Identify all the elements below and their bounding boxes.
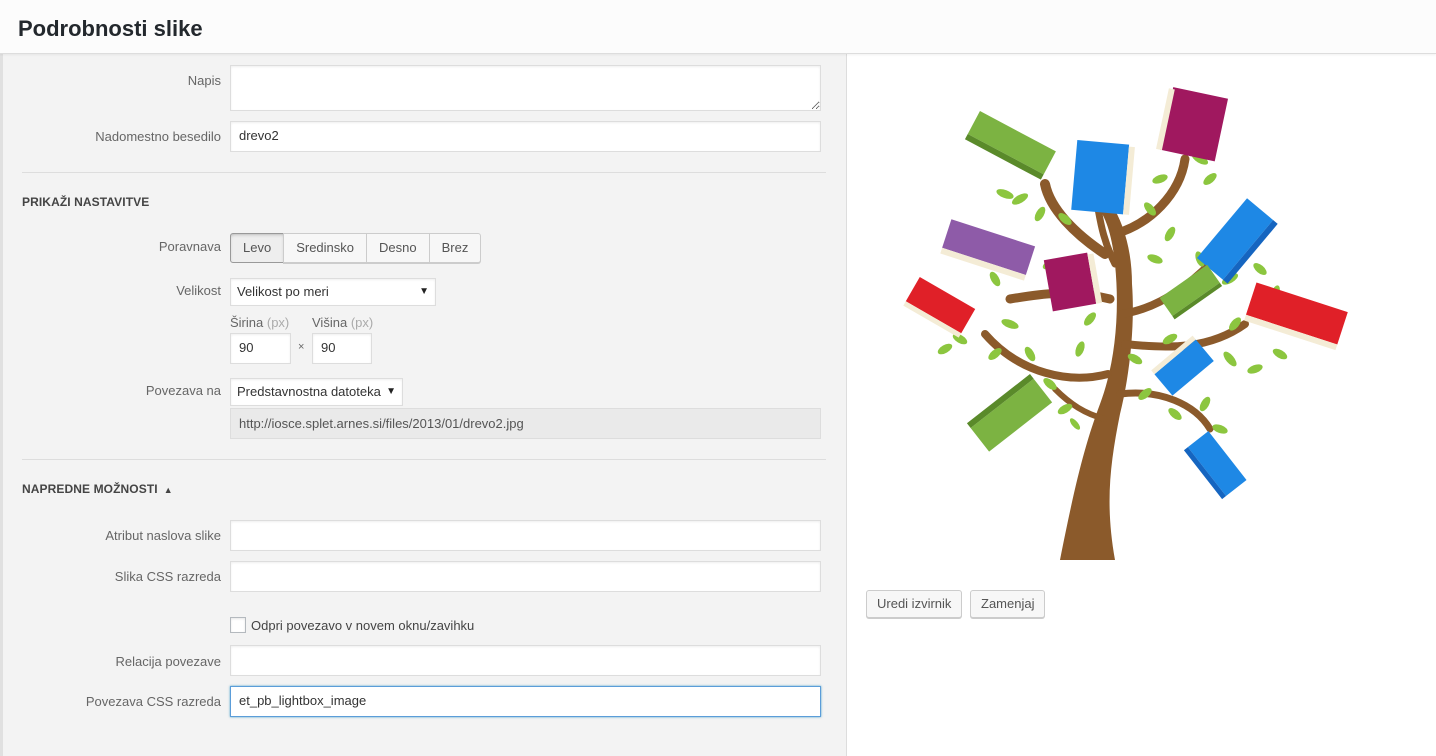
dropdown-arrow-icon: ▼ <box>386 386 396 397</box>
tree-branch <box>1116 389 1214 433</box>
book-purple-left <box>940 219 1036 281</box>
link-to-label: Povezava na <box>145 383 221 398</box>
width-unit: (px) <box>266 315 290 330</box>
book-green-bottom <box>966 374 1053 452</box>
section-divider <box>22 172 826 173</box>
tree-branch <box>1052 386 1108 422</box>
book-blue-top <box>1071 140 1135 215</box>
replace-button[interactable]: Zamenjaj <box>970 590 1046 618</box>
new-tab-label[interactable]: Odpri povezavo v novem oknu/zavihku <box>251 617 474 634</box>
link-to-select[interactable]: Predstavnostna datoteka ▼ <box>230 378 403 406</box>
size-select[interactable]: Velikost po meri ▼ <box>230 278 436 306</box>
dropdown-arrow-icon: ▼ <box>419 286 429 297</box>
times-sign: × <box>298 341 305 353</box>
link-css-input[interactable]: et_pb_lightbox_image <box>230 686 821 717</box>
book-green-middle <box>1159 264 1223 320</box>
align-label: Poravnava <box>158 239 221 254</box>
width-label-text: Širina <box>230 315 264 330</box>
title-attr-input[interactable] <box>230 520 821 551</box>
edit-original-button[interactable]: Uredi izvirnik <box>866 590 963 618</box>
link-rel-label: Relacija povezave <box>115 654 221 669</box>
height-label-text: Višina <box>312 315 348 330</box>
link-css-label: Povezava CSS razreda <box>85 694 221 709</box>
align-right-button[interactable]: Desno <box>366 233 430 263</box>
css-class-input[interactable] <box>230 561 821 592</box>
align-button-group: Levo Sredinsko Desno Brez <box>230 233 482 263</box>
caption-textarea[interactable] <box>230 65 821 111</box>
book-green-top <box>964 111 1056 180</box>
align-center-button[interactable]: Sredinsko <box>283 233 368 263</box>
align-none-button[interactable]: Brez <box>428 233 482 263</box>
size-label: Velikost <box>176 283 221 298</box>
height-unit: (px) <box>350 315 374 330</box>
align-left-button[interactable]: Levo <box>230 233 285 263</box>
book-magenta-top <box>1156 87 1229 162</box>
advanced-options-toggle[interactable]: NAPREDNE MOŽNOSTI ▲ <box>22 482 173 496</box>
height-input[interactable]: 90 <box>312 333 372 364</box>
book-magenta-middle <box>1043 252 1103 312</box>
new-tab-checkbox[interactable] <box>230 617 246 633</box>
tree-branch <box>981 330 1112 382</box>
css-class-label: Slika CSS razreda <box>114 569 221 584</box>
attachment-preview-image <box>900 84 1348 560</box>
book-red-left <box>903 277 976 338</box>
size-select-value: Velikost po meri <box>237 284 329 299</box>
section-divider <box>22 459 826 460</box>
display-settings-heading: PRIKAŽI NASTAVITVE <box>22 195 150 209</box>
book-red-right <box>1244 282 1348 351</box>
width-input[interactable]: 90 <box>230 333 291 364</box>
triangle-up-icon: ▲ <box>163 485 173 495</box>
link-to-select-value: Predstavnostna datoteka <box>237 384 381 399</box>
link-rel-input[interactable] <box>230 645 821 676</box>
height-label: Višina (px) <box>312 315 373 330</box>
book-tree-image <box>903 87 1348 560</box>
book-blue-bottom <box>1183 431 1247 500</box>
link-url-field[interactable]: http://iosce.splet.arnes.si/files/2013/0… <box>230 408 821 439</box>
alt-text-input[interactable]: drevo2 <box>230 121 821 152</box>
caption-label: Napis <box>187 73 221 88</box>
title-attr-label: Atribut naslova slike <box>105 528 221 543</box>
width-label: Širina (px) <box>230 315 289 330</box>
page-title: Podrobnosti slike <box>18 16 203 41</box>
advanced-options-heading: NAPREDNE MOŽNOSTI <box>22 482 158 496</box>
modal-header: Podrobnosti slike <box>0 0 1436 54</box>
alt-text-label: Nadomestno besedilo <box>95 129 221 144</box>
